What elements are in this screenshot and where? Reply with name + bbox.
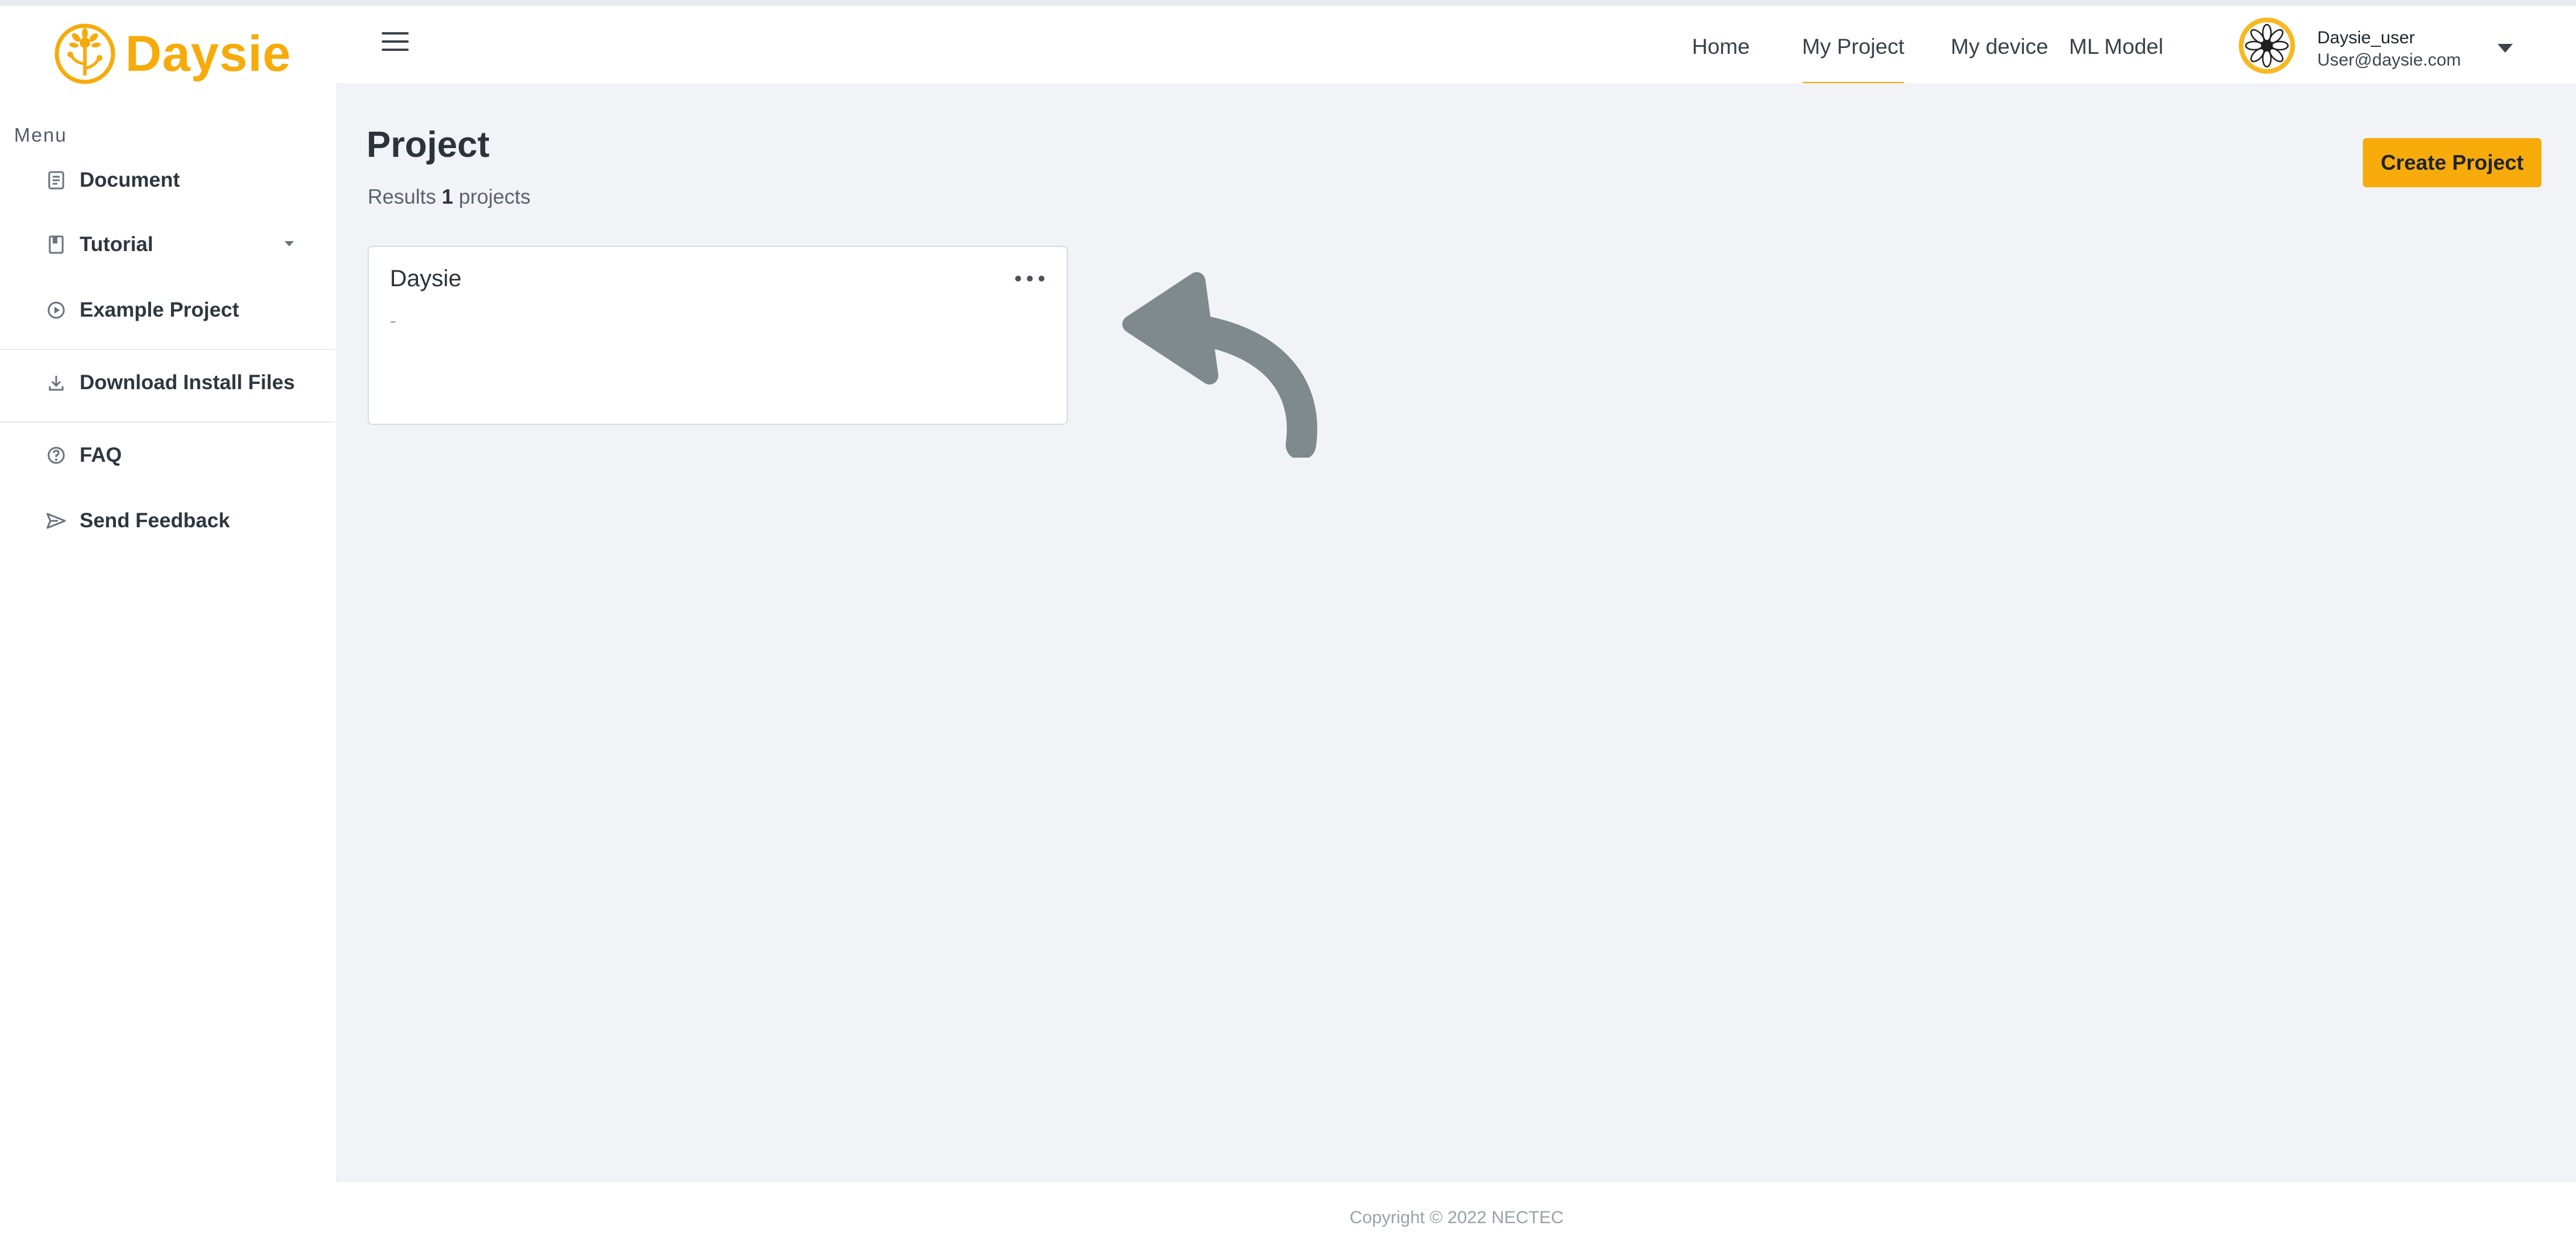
page-title: Project [366,125,490,165]
sidebar-item-tutorial[interactable]: Tutorial [0,217,335,273]
copyright-text: Copyright © 2022 NECTEC [1349,1207,1564,1227]
user-name: Daysie_user [2317,28,2415,47]
document-icon [46,170,67,191]
avatar[interactable] [2239,18,2295,74]
daisy-avatar-icon [2243,22,2290,69]
sidebar-item-document[interactable]: Document [0,152,335,208]
footer: Copyright © 2022 NECTEC [337,1182,2576,1253]
user-dropdown-caret-icon[interactable] [2498,44,2513,53]
sidebar-item-label: Document [80,169,180,191]
daisy-logo-icon [54,23,115,84]
send-icon [46,510,67,531]
play-circle-icon [46,300,67,321]
sidebar-item-download-install-files[interactable]: Download Install Files [0,355,335,411]
sidebar-item-faq[interactable]: FAQ [0,427,335,483]
chevron-down-icon[interactable] [285,241,294,246]
results-suffix: projects [458,186,531,208]
nav-home[interactable]: Home [1692,6,1750,88]
create-project-button[interactable]: Create Project [2363,138,2541,187]
nav-label: My Project [1802,35,1904,59]
nav-label: ML Model [2069,35,2164,59]
nav-label: My device [1951,35,2049,59]
sidebar-item-label: Tutorial [80,233,153,256]
sidebar-item-label: Download Install Files [80,371,295,394]
project-card[interactable]: Daysie - [368,246,1068,425]
nav-label: Home [1692,35,1750,59]
main-content: Project Results 1 projects Create Projec… [337,83,2576,1182]
results-prefix: Results [368,186,436,208]
book-icon [46,234,67,255]
sidebar-item-label: FAQ [80,444,122,466]
curved-arrow-annotation-icon [1122,272,1317,458]
user-email: User@daysie.com [2317,50,2461,70]
sidebar-divider [0,421,335,423]
more-options-icon[interactable] [1015,273,1044,284]
nav-ml-model[interactable]: ML Model [2069,6,2163,88]
hamburger-menu-icon[interactable] [382,32,409,52]
sidebar: Daysie Menu Document Tutorial Example Pr… [0,6,337,1182]
project-name: Daysie [390,266,462,291]
sidebar-item-example-project[interactable]: Example Project [0,282,335,338]
project-description: - [390,310,396,331]
question-circle-icon [46,445,67,466]
sidebar-divider [0,349,335,350]
sidebar-item-send-feedback[interactable]: Send Feedback [0,493,335,549]
brand-logo[interactable]: Daysie [53,19,291,89]
nav-my-device[interactable]: My device [1951,6,2049,88]
menu-caption: Menu [14,124,67,146]
window-top-border [0,0,2576,6]
sidebar-item-label: Send Feedback [80,509,230,532]
download-icon [46,372,67,393]
results-count: 1 [441,186,453,208]
sidebar-item-label: Example Project [80,298,239,321]
nav-my-project[interactable]: My Project [1802,6,1904,88]
brand-name: Daysie [125,25,292,82]
results-summary: Results 1 projects [368,186,530,209]
user-menu[interactable]: Daysie_user User@daysie.com [2239,16,2567,75]
top-navbar: Home My Project My device ML Model Daysi… [336,6,2576,88]
